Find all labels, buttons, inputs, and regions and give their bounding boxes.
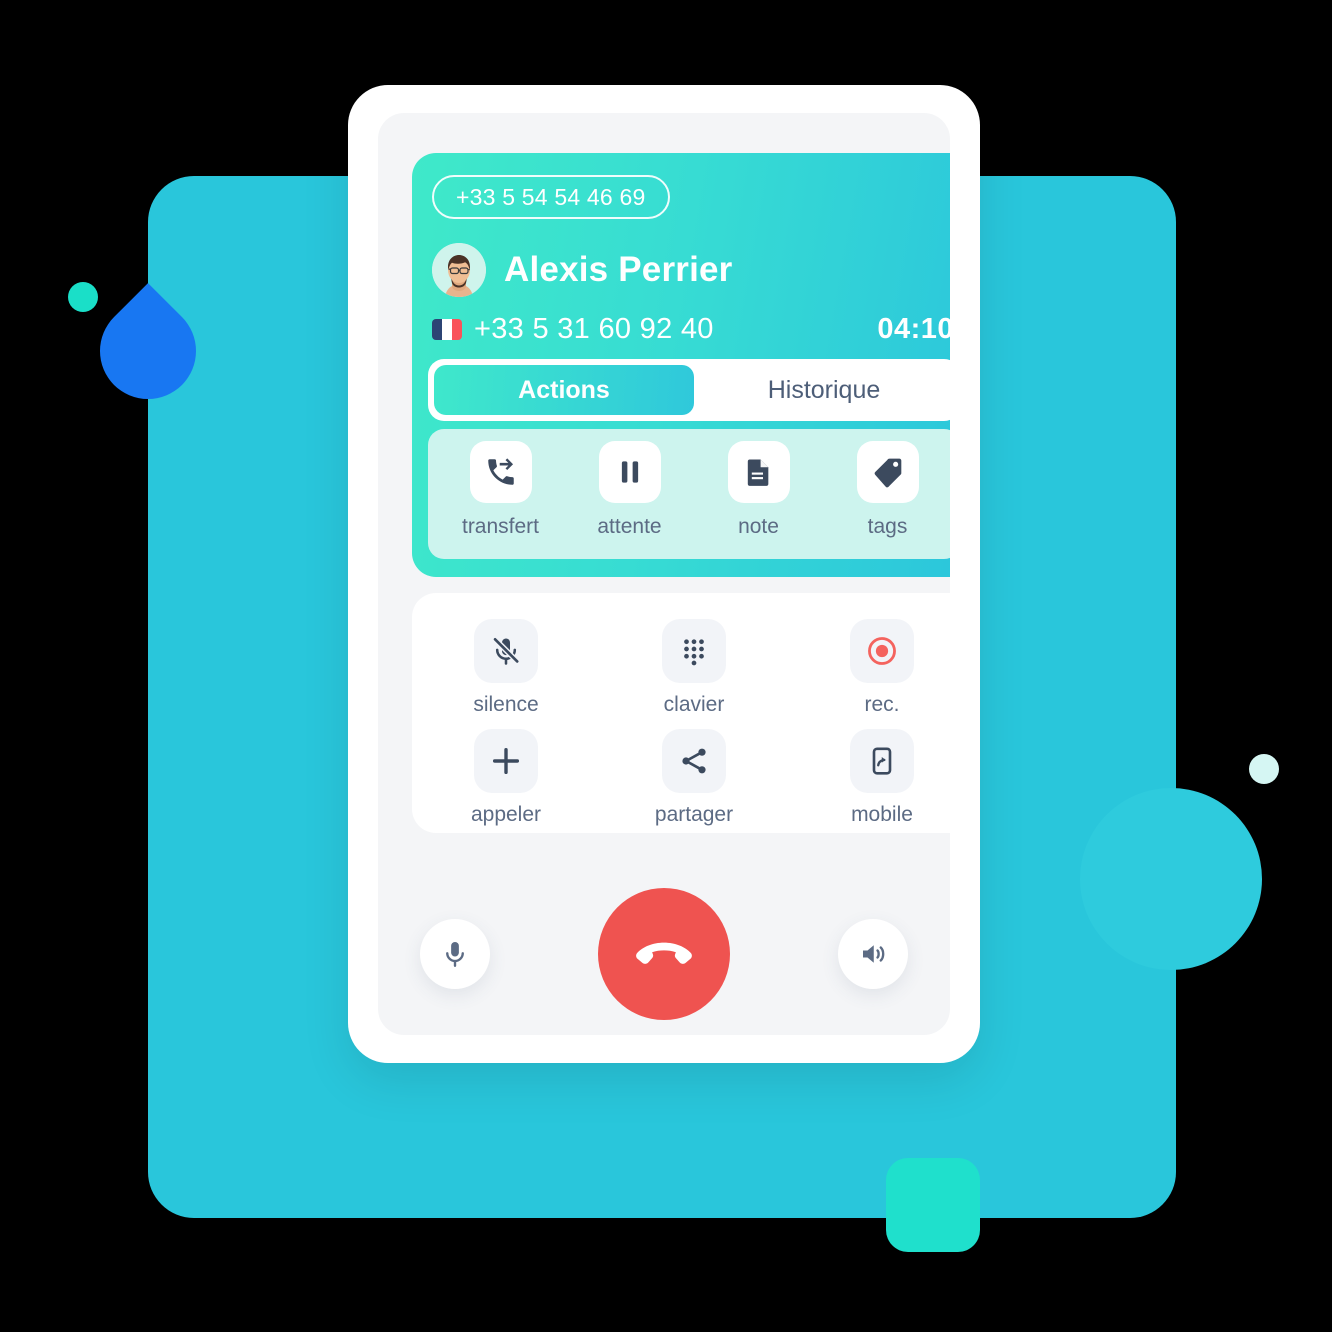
control-silence-label: silence xyxy=(473,693,539,716)
control-partager[interactable]: partager xyxy=(600,729,788,827)
tab-historique-label: Historique xyxy=(767,375,881,404)
hangup-button[interactable] xyxy=(598,888,730,1020)
page-root: +33 5 54 54 46 69 Alexis Perrier +33 5 3… xyxy=(0,0,1332,1332)
action-tags-tile xyxy=(856,441,919,503)
action-tags-label: tags xyxy=(867,515,908,538)
control-mobile-label: mobile xyxy=(851,803,913,826)
action-attente-tile xyxy=(598,441,661,503)
action-tags[interactable]: tags xyxy=(823,441,950,539)
call-duration: 04:10 xyxy=(877,313,950,345)
tab-actions-label: Actions xyxy=(518,375,610,404)
microphone-icon xyxy=(446,942,464,967)
control-clavier-tile xyxy=(662,619,726,683)
tab-bar: Actions Historique xyxy=(428,359,950,421)
line-number-text: +33 5 54 54 46 69 xyxy=(456,183,646,210)
france-flag-icon xyxy=(432,319,462,340)
controls-card: silence clavier rec. appeler partager mo… xyxy=(412,593,950,833)
mobile-transfer-icon xyxy=(872,747,892,775)
control-silence-tile xyxy=(474,619,538,683)
phone-forward-icon xyxy=(487,458,514,485)
contact-number: +33 5 31 60 92 40 xyxy=(474,313,714,345)
control-appeler[interactable]: appeler xyxy=(412,729,600,827)
mic-off-icon xyxy=(491,635,521,665)
background-dot-pale xyxy=(1249,754,1279,784)
avatar-illustration xyxy=(432,243,486,297)
control-rec[interactable]: rec. xyxy=(788,619,950,717)
control-partager-label: partager xyxy=(654,803,734,826)
contact-row: Alexis Perrier xyxy=(432,243,733,297)
control-appeler-tile xyxy=(474,729,538,793)
action-transfert-label: transfert xyxy=(461,515,540,538)
share-icon xyxy=(682,748,706,774)
tag-icon xyxy=(874,458,901,488)
speaker-button[interactable] xyxy=(838,919,908,989)
record-icon xyxy=(868,637,896,665)
phone-screen: +33 5 54 54 46 69 Alexis Perrier +33 5 3… xyxy=(378,113,950,1035)
microphone-button[interactable] xyxy=(420,919,490,989)
control-appeler-label: appeler xyxy=(470,803,542,826)
pause-icon xyxy=(621,461,638,483)
control-mobile[interactable]: mobile xyxy=(788,729,950,827)
contact-number-row: +33 5 31 60 92 40 04:10 xyxy=(432,313,950,346)
hangup-phone-icon xyxy=(636,942,692,964)
action-attente[interactable]: attente xyxy=(565,441,694,539)
action-attente-label: attente xyxy=(597,515,662,538)
avatar xyxy=(432,243,486,297)
plus-icon xyxy=(492,747,520,775)
control-silence[interactable]: silence xyxy=(412,619,600,717)
action-transfert[interactable]: transfert xyxy=(436,441,565,539)
action-transfert-tile xyxy=(469,441,532,503)
control-clavier[interactable]: clavier xyxy=(600,619,788,717)
line-number-pill[interactable]: +33 5 54 54 46 69 xyxy=(432,175,670,219)
action-note[interactable]: note xyxy=(694,441,823,539)
control-partager-tile xyxy=(662,729,726,793)
controls-grid: silence clavier rec. appeler partager mo… xyxy=(412,619,950,827)
tab-actions[interactable]: Actions xyxy=(434,365,694,415)
contact-name: Alexis Perrier xyxy=(504,250,733,289)
background-circle-large xyxy=(1080,788,1262,970)
actions-strip: transfert attente note tags xyxy=(428,429,950,559)
call-action-bar xyxy=(378,873,950,1035)
dialpad-icon xyxy=(684,639,704,666)
action-note-tile xyxy=(727,441,790,503)
action-note-label: note xyxy=(738,515,779,538)
control-mobile-tile xyxy=(850,729,914,793)
background-dot-mint xyxy=(68,282,98,312)
document-icon xyxy=(747,459,768,486)
tab-historique[interactable]: Historique xyxy=(694,365,950,415)
speaker-icon xyxy=(863,945,885,963)
control-clavier-label: clavier xyxy=(663,693,725,716)
background-rounded-square xyxy=(886,1158,980,1252)
call-header-card: +33 5 54 54 46 69 Alexis Perrier +33 5 3… xyxy=(412,153,950,577)
control-rec-label: rec. xyxy=(864,693,900,716)
control-rec-tile xyxy=(850,619,914,683)
phone-frame: +33 5 54 54 46 69 Alexis Perrier +33 5 3… xyxy=(348,85,980,1063)
